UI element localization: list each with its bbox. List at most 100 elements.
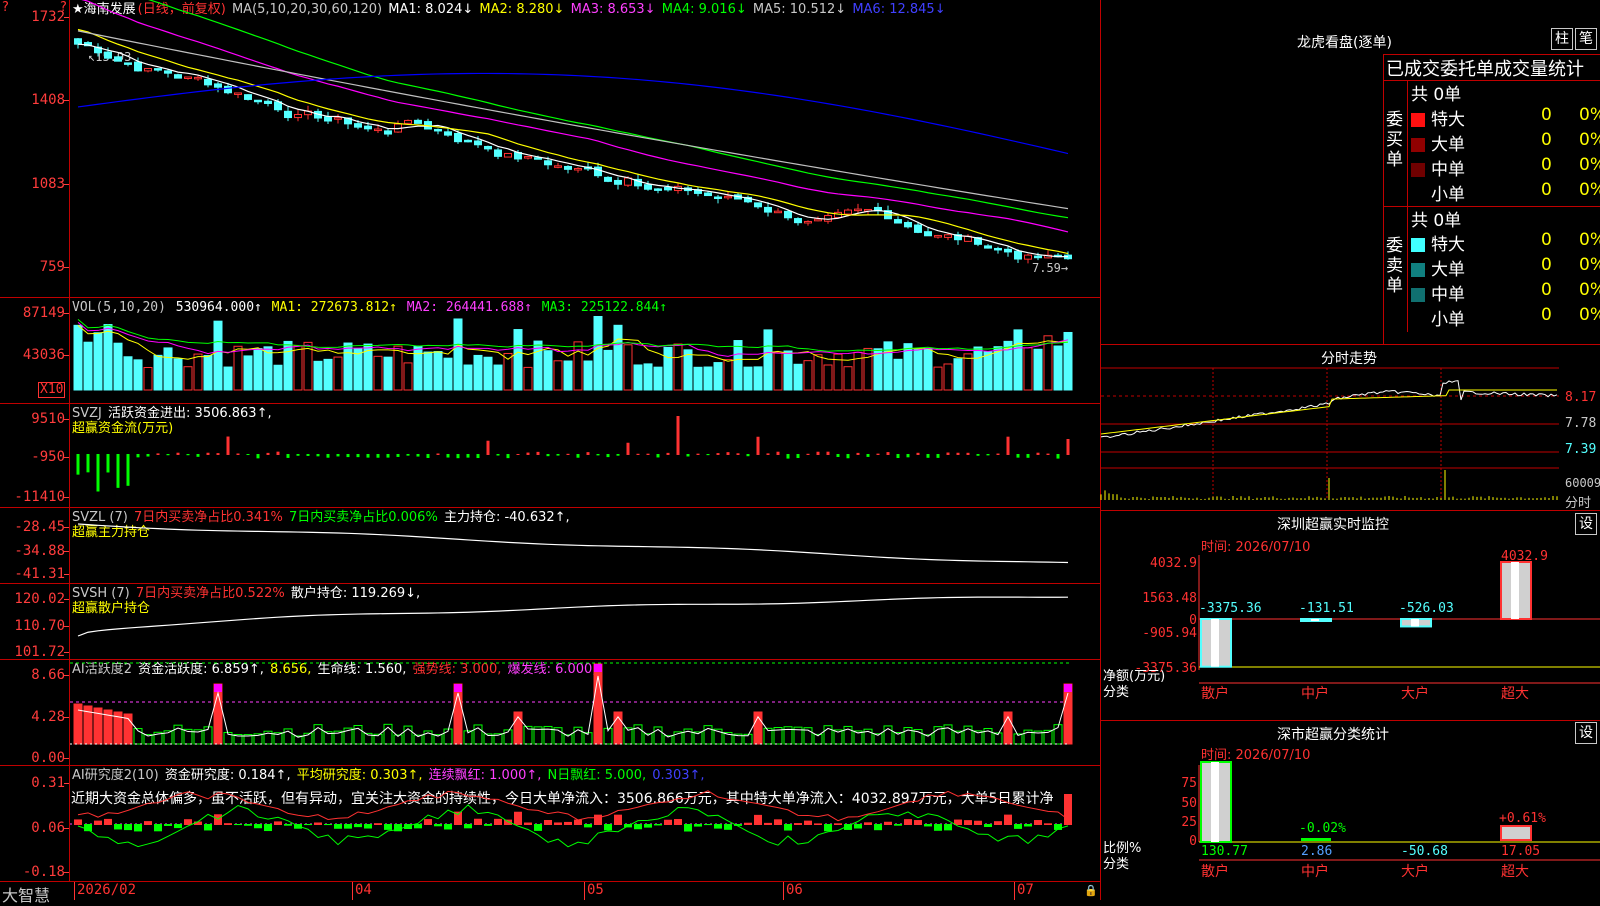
volume-bar bbox=[463, 364, 473, 391]
svzj-y-label: -11410 bbox=[14, 489, 65, 505]
svsh-y-label: 110.70 bbox=[14, 618, 65, 634]
research-bar bbox=[764, 822, 772, 825]
volume-bar bbox=[763, 329, 773, 391]
class-value-label: 17.05 bbox=[1501, 844, 1540, 859]
research-bar bbox=[134, 824, 142, 832]
intraday-chart[interactable] bbox=[1100, 367, 1600, 510]
ai1-y-axis: 8.66 4.28 0.00 bbox=[0, 660, 70, 765]
research-bar bbox=[254, 824, 262, 829]
tick-mode-button[interactable]: 笔 bbox=[1575, 28, 1597, 50]
fundflow-bar bbox=[336, 454, 340, 457]
volume-bar bbox=[883, 341, 893, 391]
svzl-panel[interactable]: -28.45 -34.88 -41.31 SVZL (7) 7日内买卖净占比0.… bbox=[0, 508, 1100, 584]
sell-row-xl: 特大00% bbox=[1411, 230, 1600, 255]
swatch-xl-buy bbox=[1411, 113, 1425, 127]
candle-body bbox=[124, 62, 132, 65]
candle-body bbox=[844, 209, 852, 215]
monitor-settings-button[interactable]: 设 bbox=[1575, 513, 1597, 535]
candle-body bbox=[1014, 250, 1022, 260]
fundflow-bar bbox=[966, 452, 970, 455]
research-bar bbox=[314, 822, 322, 825]
intraday-title: 分时走势 bbox=[1321, 351, 1377, 367]
chart-area[interactable]: ? ? 1732 1408 1083 759 ★海南发展 (日线，前复权) MA(… bbox=[0, 0, 1100, 905]
price-chart[interactable] bbox=[70, 0, 1100, 298]
candle-body bbox=[764, 206, 772, 213]
monitor-category: 中户 bbox=[1301, 685, 1329, 702]
price-y-label: 1732 bbox=[31, 9, 65, 25]
volume-panel[interactable]: 87149 43036 X10 VOL(5,10,20) 530964.000↑… bbox=[0, 298, 1100, 404]
buy-row-xl: 特大00% bbox=[1411, 105, 1600, 130]
class-settings-button[interactable]: 设 bbox=[1575, 722, 1597, 744]
candle-body bbox=[1034, 255, 1042, 259]
candle-body bbox=[854, 208, 862, 212]
fundflow-bar bbox=[846, 454, 850, 459]
monitor-unit2: 分类 bbox=[1103, 685, 1129, 700]
volume-bar bbox=[483, 356, 493, 391]
volume-bar bbox=[663, 346, 673, 391]
bar-mode-button[interactable]: 柱 bbox=[1551, 28, 1573, 50]
research-bar bbox=[784, 824, 792, 831]
candle-body bbox=[904, 221, 912, 228]
class-chart[interactable]: 75 50 25 0 -0.02% +0.61% 130.77 2.86 -50.68 17.05… bbox=[1101, 760, 1600, 900]
fundflow-bar bbox=[416, 454, 420, 457]
activity-peak bbox=[454, 684, 462, 692]
candle-body bbox=[924, 231, 932, 237]
volume-bar bbox=[803, 360, 813, 391]
price-y-label: 1408 bbox=[31, 92, 65, 108]
volume-bar bbox=[1013, 329, 1023, 391]
candle-body bbox=[504, 152, 512, 158]
monitor-category: 大户 bbox=[1401, 685, 1429, 702]
research-bar bbox=[744, 822, 752, 825]
class-title: 深市超赢分类统计 bbox=[1277, 727, 1389, 743]
ai1-chart[interactable] bbox=[70, 660, 1100, 766]
ai-research-panel[interactable]: 0.31 0.06 -0.18 AI研究度2(10) 资金研究度: 0.184↑… bbox=[0, 766, 1100, 882]
svsh-chart[interactable] bbox=[70, 584, 1100, 660]
fundflow-bar bbox=[856, 452, 860, 455]
monitor-chart[interactable]: 4032.91563.480-905.94-3375.36-3375.36 -13… bbox=[1101, 549, 1600, 720]
candle-body bbox=[324, 116, 332, 122]
svzj-panel[interactable]: 9510 -950 -11410 SVZJ 活跃资金进出: 3506.863↑,… bbox=[0, 404, 1100, 508]
class-category: 散户 bbox=[1201, 863, 1229, 880]
intraday-y-label: 8.17 bbox=[1565, 390, 1597, 405]
svsh-y-axis: 120.02 110.70 101.72 bbox=[0, 584, 70, 659]
research-bar bbox=[84, 824, 92, 832]
ai-activity-panel[interactable]: 8.66 4.28 0.00 AI活跃度2 资金活跃度: 6.859↑, 8.6… bbox=[0, 660, 1100, 766]
volume-bar bbox=[973, 346, 983, 391]
fundflow-bar bbox=[716, 453, 720, 455]
svzj-chart[interactable] bbox=[70, 404, 1100, 508]
volume-bar bbox=[673, 343, 683, 391]
intraday-price-line bbox=[1100, 380, 1558, 438]
sell-side-label: 委卖单 bbox=[1386, 236, 1403, 296]
fundflow-bar bbox=[696, 453, 700, 455]
volume-bar bbox=[493, 364, 503, 391]
fundflow-bar bbox=[1036, 452, 1040, 455]
volume-bar bbox=[283, 340, 293, 391]
volume-bar bbox=[1023, 347, 1033, 391]
candle-body bbox=[464, 139, 472, 143]
research-bar bbox=[924, 824, 932, 827]
research-bar bbox=[354, 824, 362, 828]
volume-chart[interactable] bbox=[70, 298, 1100, 404]
monitor-bar-highlight bbox=[1511, 562, 1519, 619]
fundflow-bar bbox=[786, 454, 790, 459]
lock-icon[interactable]: 🔒 bbox=[1084, 884, 1098, 897]
candle-body bbox=[994, 247, 1002, 251]
right-panel: 龙虎看盘(逐单) 柱 笔 已成交委托单成交量统计 委买单 委卖单 共 0单 共 … bbox=[1100, 0, 1600, 900]
fundflow-bar bbox=[636, 453, 640, 455]
volume-bar bbox=[383, 356, 393, 391]
svzl-chart[interactable] bbox=[70, 508, 1100, 584]
volume-bar bbox=[223, 366, 233, 391]
candle-body bbox=[984, 245, 992, 249]
monitor-category: 超大 bbox=[1501, 686, 1529, 702]
fundflow-bar bbox=[576, 454, 580, 458]
candle-body bbox=[294, 113, 302, 119]
price-panel[interactable]: 1732 1408 1083 759 ★海南发展 (日线，前复权) MA(5,10… bbox=[0, 0, 1100, 298]
fundflow-bar bbox=[806, 453, 810, 455]
candle-body bbox=[244, 94, 252, 100]
x-label: 04 bbox=[352, 882, 372, 900]
svsh-panel[interactable]: 120.02 110.70 101.72 SVSH (7) 7日内买卖净占比0.… bbox=[0, 584, 1100, 660]
ai2-chart[interactable] bbox=[70, 766, 1100, 882]
fundflow-bar bbox=[796, 454, 800, 459]
candle-body bbox=[204, 78, 212, 86]
sell-row-l: 大单00% bbox=[1411, 255, 1600, 280]
